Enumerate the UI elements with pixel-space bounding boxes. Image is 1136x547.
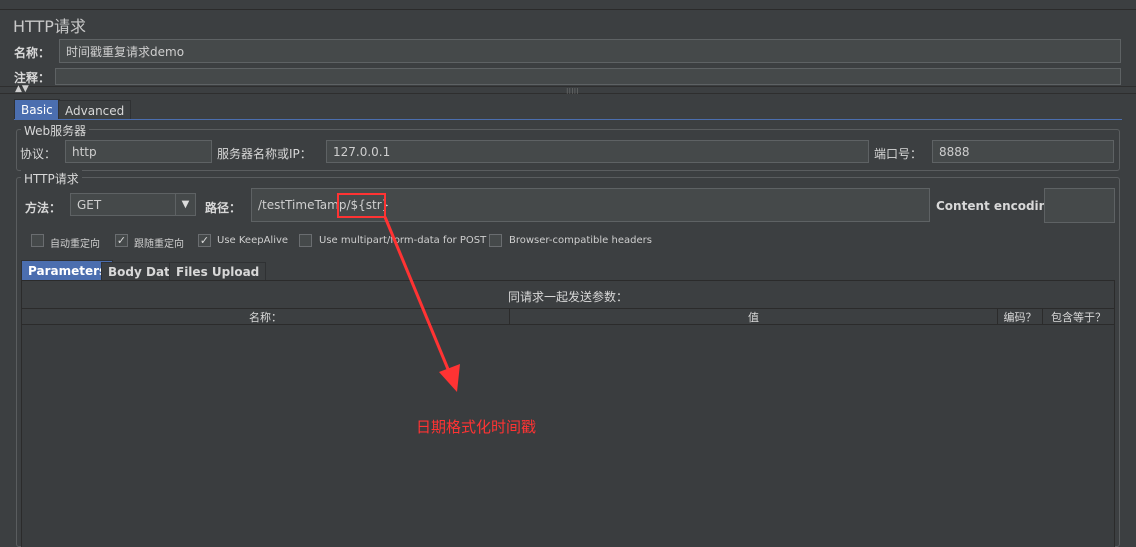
collapse-arrows-icon[interactable]: ▲▼	[15, 84, 29, 94]
method-value: GET	[77, 197, 102, 212]
tab-basic-label: Basic	[21, 102, 53, 117]
follow-redirect-label: 跟随重定向	[134, 239, 184, 250]
splitter-grip-icon[interactable]: ⁝⁝⁝⁝⁝	[566, 87, 579, 96]
arrow-head	[439, 364, 460, 392]
column-header-include-equals[interactable]: 包含等于？	[1043, 309, 1114, 325]
tab-advanced-label: Advanced	[65, 103, 125, 118]
table-body[interactable]	[22, 325, 1114, 547]
auto-redirect-checkbox[interactable]	[31, 234, 44, 247]
server-value: 127.0.0.1	[333, 144, 391, 159]
auto-redirect-label: 自动重定向	[50, 239, 100, 250]
keepalive-checkbox[interactable]: ✓	[198, 234, 211, 247]
browser-headers-checkbox[interactable]	[489, 234, 502, 247]
encoding-input[interactable]	[1044, 188, 1115, 223]
checkmark-icon: ✓	[116, 234, 127, 247]
port-input[interactable]: 8888	[932, 140, 1114, 163]
params-title: 同请求一起发送参数：	[507, 290, 628, 304]
server-input[interactable]: 127.0.0.1	[326, 140, 869, 163]
arrow-shaft	[383, 216, 452, 375]
web-server-legend: Web服务器	[21, 122, 90, 139]
port-label: 端口号：	[874, 147, 923, 161]
encoding-label: Content encoding:	[936, 199, 1061, 213]
protocol-value: http	[72, 144, 97, 159]
tab-body-data-label: Body Data	[108, 264, 178, 279]
multipart-checkbox[interactable]	[299, 234, 312, 247]
highlight-box	[337, 193, 386, 218]
follow-redirect-checkbox[interactable]: ✓	[115, 234, 128, 247]
page-title: HTTP请求	[13, 17, 86, 36]
name-label: 名称：	[14, 46, 51, 60]
tab-files-upload[interactable]: Files Upload	[169, 262, 267, 280]
comment-input[interactable]	[55, 68, 1121, 85]
browser-headers-label: Browser-compatible headers	[509, 235, 652, 246]
table-header: 名称： 值 编码？ 包含等于？	[22, 308, 1114, 325]
name-input[interactable]: 时间戳重复请求demo	[59, 39, 1121, 63]
method-label: 方法：	[25, 201, 62, 215]
server-label: 服务器名称或IP：	[217, 147, 312, 161]
path-label: 路径：	[205, 201, 242, 215]
annotation-text: 日期格式化时间戳	[416, 418, 537, 436]
tab-files-upload-label: Files Upload	[176, 264, 260, 279]
name-input-value: 时间戳重复请求demo	[66, 44, 185, 59]
tab-advanced[interactable]: Advanced	[58, 100, 132, 120]
tab-basic[interactable]: Basic	[14, 99, 60, 119]
tab-parameters[interactable]: Parameters	[21, 260, 114, 280]
checkmark-icon: ✓	[199, 234, 210, 247]
column-header-value[interactable]: 值	[510, 309, 998, 325]
chevron-down-icon[interactable]: ▼	[175, 194, 195, 215]
keepalive-label: Use KeepAlive	[217, 235, 289, 246]
http-request-legend: HTTP请求	[21, 170, 82, 187]
annotation-arrow-icon	[383, 216, 460, 392]
column-header-encode[interactable]: 编码？	[998, 309, 1043, 325]
top-divider	[0, 0, 1136, 10]
protocol-label: 协议：	[20, 147, 57, 161]
port-value: 8888	[939, 144, 970, 159]
protocol-input[interactable]: http	[65, 140, 212, 163]
tab-parameters-label: Parameters	[28, 263, 107, 278]
method-select[interactable]: GET ▼	[70, 193, 196, 216]
